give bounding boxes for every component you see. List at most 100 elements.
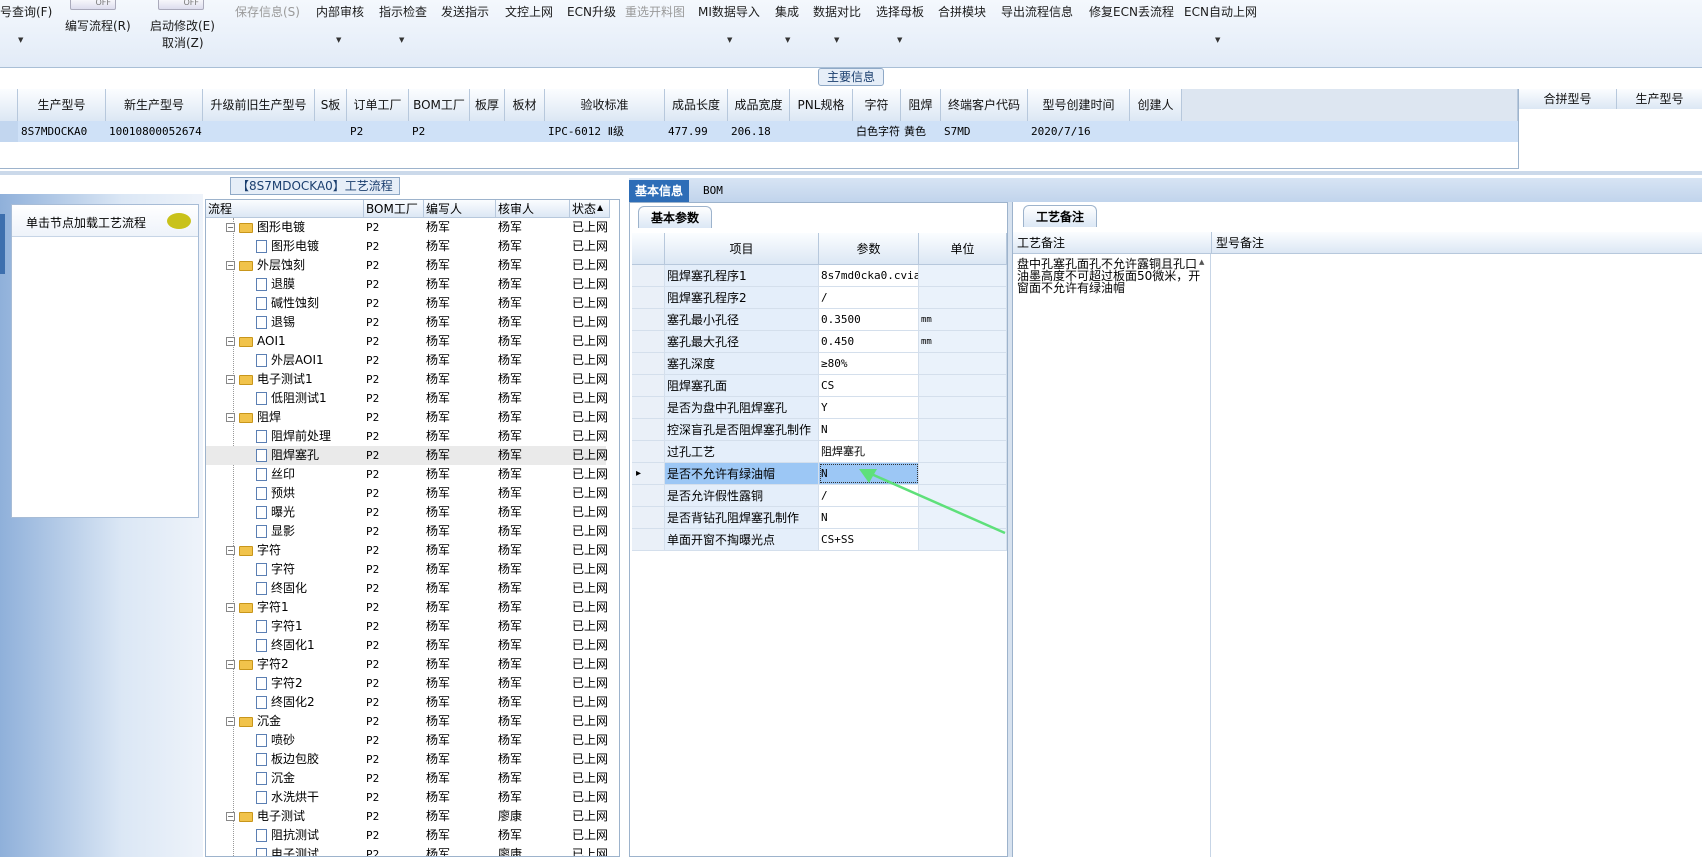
ribbon-item[interactable]: 启动修改(E) xyxy=(150,17,215,34)
tree-node[interactable]: 外层AOI1 xyxy=(256,351,364,370)
tree-row[interactable]: − 沉金 P2 杨军 杨军 已上网 xyxy=(206,712,608,731)
params-row[interactable]: 阻焊塞孔面 CS xyxy=(632,375,1007,397)
tab-basic-params[interactable]: 基本参数 xyxy=(638,206,713,228)
params-row[interactable]: 塞孔深度 ≥80% xyxy=(632,353,1007,375)
ribbon-item[interactable]: 发送指示 xyxy=(441,3,489,20)
tree-row[interactable]: 沉金 P2 杨军 杨军 已上网 xyxy=(206,769,608,788)
row-selector[interactable] xyxy=(0,121,18,142)
main-table-cell[interactable]: 206.18 xyxy=(728,121,790,142)
tree-node[interactable]: 字符2 xyxy=(256,674,364,693)
tree-node[interactable]: 退锡 xyxy=(256,313,364,332)
tree-node[interactable]: 水洗烘干 xyxy=(256,788,364,807)
main-table-header[interactable]: 板厚 xyxy=(470,89,505,121)
ribbon-item[interactable]: 集成 xyxy=(775,3,799,20)
tree-row[interactable]: 终固化 P2 杨军 杨军 已上网 xyxy=(206,579,608,598)
tree-node[interactable]: 显影 xyxy=(256,522,364,541)
row-selector[interactable] xyxy=(632,397,665,418)
collapse-icon[interactable]: − xyxy=(226,717,235,726)
main-table-cell[interactable]: P2 xyxy=(409,121,470,142)
main-table-cell[interactable]: 2020/7/16 xyxy=(1028,121,1130,142)
param-value[interactable]: ≥80% xyxy=(819,353,919,374)
collapse-icon[interactable]: − xyxy=(226,660,235,669)
main-table-cell[interactable]: 白色字符 xyxy=(853,121,901,142)
main-table-header[interactable]: 订单工厂 xyxy=(347,89,409,121)
horizontal-splitter[interactable] xyxy=(0,171,1702,175)
main-table-cell[interactable]: 8S7MDOCKA0 xyxy=(18,121,106,142)
tree-header-col[interactable]: 核审人 xyxy=(496,200,570,218)
cancel-button[interactable]: 取消(Z) xyxy=(162,34,204,51)
ribbon-item[interactable]: ECN升级 xyxy=(567,3,616,20)
main-table-header[interactable]: 终端客户代码 xyxy=(941,89,1028,121)
main-table-cell[interactable] xyxy=(505,121,545,142)
tree-row[interactable]: − AOI1 P2 杨军 杨军 已上网 xyxy=(206,332,608,351)
params-row[interactable]: 阻焊塞孔程序2/ xyxy=(632,287,1007,309)
dropdown-arrow-icon[interactable]: ▼ xyxy=(897,36,902,44)
main-table-header[interactable]: 成品宽度 xyxy=(728,89,790,121)
tree-row[interactable]: 碱性蚀刻 P2 杨军 杨军 已上网 xyxy=(206,294,608,313)
row-selector[interactable] xyxy=(632,419,665,440)
dropdown-arrow-icon[interactable]: ▼ xyxy=(834,36,839,44)
tree-row[interactable]: − 外层蚀刻 P2 杨军 杨军 已上网 xyxy=(206,256,608,275)
ribbon-item[interactable]: 重选开料图 xyxy=(625,3,685,20)
row-selector[interactable] xyxy=(632,353,665,374)
main-table-cell[interactable]: 黄色 xyxy=(901,121,941,142)
main-table-header[interactable]: 生产型号 xyxy=(18,89,106,121)
tree-node[interactable]: − 沉金 xyxy=(226,712,364,731)
main-table-header[interactable]: 验收标准 xyxy=(545,89,665,121)
row-selector[interactable] xyxy=(632,375,665,396)
tree-row[interactable]: 低阻测试1 P2 杨军 杨军 已上网 xyxy=(206,389,608,408)
tree-header-col[interactable]: 流程 xyxy=(206,200,364,218)
main-table-header[interactable]: BOM工厂 xyxy=(409,89,470,121)
param-value[interactable]: N xyxy=(819,419,919,440)
tree-node[interactable]: − 电子测试1 xyxy=(226,370,364,389)
tree-node[interactable]: 曝光 xyxy=(256,503,364,522)
tree-row[interactable]: 曝光 P2 杨军 杨军 已上网 xyxy=(206,503,608,522)
tree-node[interactable]: − 电子测试 xyxy=(226,807,364,826)
tree-row[interactable]: 水洗烘干 P2 杨军 杨军 已上网 xyxy=(206,788,608,807)
collapse-icon[interactable]: − xyxy=(226,546,235,555)
ribbon-item[interactable]: ECN自动上网 xyxy=(1184,3,1257,20)
ribbon-item[interactable]: MI数据导入 xyxy=(698,3,760,20)
params-row[interactable]: 控深盲孔是否阻焊塞孔制作 N xyxy=(632,419,1007,441)
ribbon-item[interactable]: 保存信息(S) xyxy=(235,3,300,20)
tree-node[interactable]: − 字符 xyxy=(226,541,364,560)
params-row[interactable]: 塞孔最大孔径 0.450 mm xyxy=(632,331,1007,353)
main-table-header[interactable]: 板材 xyxy=(505,89,545,121)
dropdown-arrow-icon[interactable]: ▼ xyxy=(399,36,404,44)
ribbon-item[interactable]: 指示检查 xyxy=(379,3,427,20)
dropdown-arrow-icon[interactable]: ▼ xyxy=(785,36,790,44)
tree-row[interactable]: 板边包胶 P2 杨军 杨军 已上网 xyxy=(206,750,608,769)
param-value[interactable]: 0.3500 xyxy=(819,309,919,330)
tree-node[interactable]: 丝印 xyxy=(256,465,364,484)
ribbon-item[interactable]: 合拼模块 xyxy=(938,3,986,20)
row-selector[interactable] xyxy=(632,485,665,506)
param-value[interactable]: Y xyxy=(819,397,919,418)
row-selector[interactable] xyxy=(632,265,665,286)
tab-process-notes[interactable]: 工艺备注 xyxy=(1023,205,1098,227)
tree-row[interactable]: 终固化1 P2 杨军 杨军 已上网 xyxy=(206,636,608,655)
tab-bom[interactable]: BOM xyxy=(697,180,729,202)
tree-row[interactable]: 图形电镀 P2 杨军 杨军 已上网 xyxy=(206,237,608,256)
tree-row[interactable]: 退锡 P2 杨军 杨军 已上网 xyxy=(206,313,608,332)
main-table-header[interactable]: S板 xyxy=(315,89,347,121)
collapse-icon[interactable]: − xyxy=(226,812,235,821)
ribbon-item[interactable]: 号查询(F) xyxy=(0,3,52,20)
tree-node[interactable]: − 字符1 xyxy=(226,598,364,617)
tree-row[interactable]: − 字符2 P2 杨军 杨军 已上网 xyxy=(206,655,608,674)
tree-node[interactable]: 板边包胶 xyxy=(256,750,364,769)
sort-asc-icon[interactable]: ▲ xyxy=(597,203,603,212)
tree-row[interactable]: − 字符1 P2 杨军 杨军 已上网 xyxy=(206,598,608,617)
tree-node[interactable]: 图形电镀 xyxy=(256,237,364,256)
params-header-col[interactable]: 单位 xyxy=(919,233,1007,265)
main-table-cell[interactable] xyxy=(790,121,853,142)
tree-row[interactable]: 阻焊前处理 P2 杨军 杨军 已上网 xyxy=(206,427,608,446)
ribbon-item[interactable]: 文控上网 xyxy=(505,3,553,20)
scroll-up-icon[interactable]: ▲ xyxy=(1199,258,1204,266)
tree-row[interactable]: − 图形电镀 P2 杨军 杨军 已上网 xyxy=(206,218,608,237)
tab-basic-info[interactable]: 基本信息 xyxy=(629,180,690,202)
ribbon-item[interactable]: 选择母板 xyxy=(876,3,924,20)
main-table-cell[interactable] xyxy=(203,121,315,142)
tree-node[interactable]: 终固化1 xyxy=(256,636,364,655)
tree-node[interactable]: − AOI1 xyxy=(226,332,364,351)
main-table-cell[interactable]: P2 xyxy=(347,121,409,142)
